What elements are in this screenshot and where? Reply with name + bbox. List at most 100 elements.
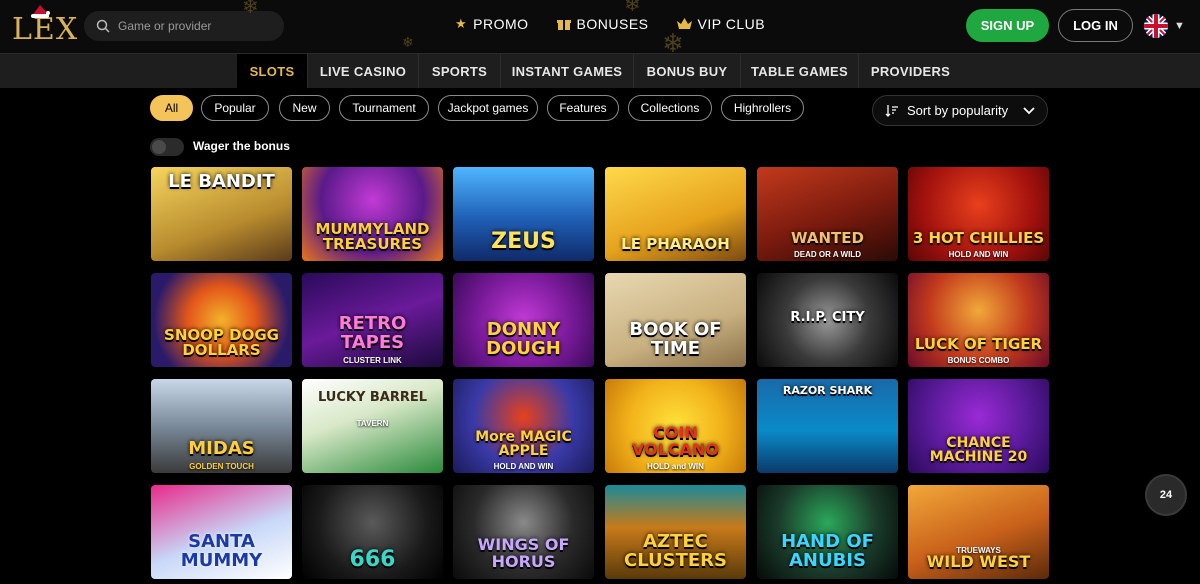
game-tile[interactable]: DONNY DOUGH — [453, 273, 594, 367]
game-tile[interactable]: LE PHARAOH — [605, 167, 746, 261]
game-tile[interactable]: WINGS OF HORUS — [453, 485, 594, 579]
nav-bonuses[interactable]: BONUSES — [556, 16, 649, 32]
game-subtitle: HOLD AND WIN — [948, 250, 1009, 259]
game-title: BOOK OF TIME — [629, 319, 722, 360]
game-tile[interactable]: SNOOP DOGG DOLLARS — [151, 273, 292, 367]
santa-hat-icon — [31, 5, 50, 18]
game-title: MUMMYLAND TREASURES — [315, 219, 430, 254]
game-title: MIDAS — [188, 438, 255, 460]
nav-promo[interactable]: ★ PROMO — [455, 16, 529, 32]
game-title: More MAGIC APPLE — [475, 428, 572, 460]
wager-toggle[interactable] — [150, 138, 184, 156]
search-icon — [96, 19, 110, 33]
game-title: WILD WEST — [926, 552, 1031, 572]
game-tile[interactable]: LE BANDIT — [151, 167, 292, 261]
game-tile[interactable]: 666 — [302, 485, 443, 579]
game-title: WANTED — [791, 229, 864, 248]
game-subtitle: GOLDEN TOUCH — [189, 462, 254, 471]
game-title: ZEUS — [491, 228, 556, 254]
filter-collections[interactable]: Collections — [628, 95, 712, 121]
tab-live-casino[interactable]: LIVE CASINO — [308, 54, 419, 88]
game-tile[interactable]: ZEUS — [453, 167, 594, 261]
tab-bonus-buy[interactable]: BONUS BUY — [634, 54, 741, 88]
game-tile[interactable]: More MAGIC APPLE HOLD AND WIN — [453, 379, 594, 473]
game-tile[interactable]: CHANCE MACHINE 20 — [908, 379, 1049, 473]
game-title: 666 — [349, 546, 396, 572]
game-title: 3 HOT CHILLIES — [912, 229, 1045, 248]
snowflake-icon: ❄ — [402, 34, 414, 50]
game-title: DONNY DOUGH — [486, 319, 561, 360]
filter-tournament[interactable]: Tournament — [339, 95, 429, 121]
sort-icon — [885, 104, 898, 117]
game-tile[interactable]: BOOK OF TIME — [605, 273, 746, 367]
language-selector[interactable]: ▼ — [1144, 14, 1185, 38]
star-icon: ★ — [455, 16, 468, 31]
game-tile[interactable]: R.I.P. CITY — [757, 273, 898, 367]
filter-highrollers[interactable]: Highrollers — [721, 95, 804, 121]
game-subtitle: HOLD and WIN — [647, 462, 704, 471]
nav-vip-label: VIP CLUB — [697, 16, 766, 32]
tab-slots[interactable]: SLOTS — [237, 54, 308, 88]
toggle-knob — [152, 140, 166, 154]
tab-providers[interactable]: PROVIDERS — [859, 54, 962, 88]
game-tile[interactable]: COIN VOLCANO HOLD and WIN — [605, 379, 746, 473]
game-title: COIN VOLCANO — [631, 423, 719, 460]
sort-dropdown[interactable]: Sort by popularity — [872, 95, 1048, 126]
game-tile[interactable]: LUCK OF TIGER BONUS COMBO — [908, 273, 1049, 367]
wager-label: Wager the bonus — [193, 139, 290, 153]
game-tile[interactable]: MIDAS GOLDEN TOUCH — [151, 379, 292, 473]
game-tile[interactable]: MUMMYLAND TREASURES — [302, 167, 443, 261]
category-bar: SLOTS LIVE CASINO SPORTS INSTANT GAMES B… — [0, 53, 1200, 88]
crown-icon — [676, 18, 692, 29]
game-tile[interactable]: RETRO TAPES CLUSTER LINK — [302, 273, 443, 367]
snowflake-icon: ❄ — [242, 0, 259, 18]
game-title: SANTA MUMMY — [180, 531, 263, 572]
game-subtitle: HOLD AND WIN — [493, 462, 554, 471]
support-chat-button[interactable]: 24 — [1145, 474, 1187, 516]
tab-instant-games[interactable]: INSTANT GAMES — [501, 54, 634, 88]
game-title: CHANCE MACHINE 20 — [929, 434, 1028, 466]
filter-features[interactable]: Features — [547, 95, 619, 121]
game-subtitle: CLUSTER LINK — [343, 356, 402, 365]
game-tile[interactable]: RAZOR SHARK — [757, 379, 898, 473]
chevron-down-icon — [1023, 106, 1035, 114]
filter-new[interactable]: New — [279, 95, 330, 121]
game-tile[interactable]: SANTA MUMMY — [151, 485, 292, 579]
tab-table-games[interactable]: TABLE GAMES — [741, 54, 859, 88]
filter-all[interactable]: All — [150, 95, 193, 121]
game-title: LUCKY BARREL — [317, 390, 428, 405]
game-subtitle: TAVERN — [356, 419, 389, 428]
signup-button[interactable]: SIGN UP — [966, 9, 1049, 42]
game-tile[interactable]: WILD WEST TRUEWAYS — [908, 485, 1049, 579]
logo[interactable]: LEX — [10, 5, 77, 47]
game-title: R.I.P. CITY — [790, 310, 865, 325]
game-tile[interactable]: 3 HOT CHILLIES HOLD AND WIN — [908, 167, 1049, 261]
game-tile[interactable]: LUCKY BARREL TAVERN — [302, 379, 443, 473]
top-nav: ★ PROMO BONUSES VIP CLUB — [455, 16, 765, 32]
game-tile[interactable]: HAND OF ANUBIS — [757, 485, 898, 579]
nav-vip-club[interactable]: VIP CLUB — [676, 16, 766, 32]
header: LEX ❄ ❄ ❄ ❄ ★ PROMO BONUSES — [0, 0, 1200, 58]
game-title: AZTEC CLUSTERS — [623, 531, 728, 572]
game-title: WINGS OF HORUS — [477, 535, 570, 572]
game-subtitle: TRUEWAYS — [956, 546, 1001, 555]
game-title: RETRO TAPES — [338, 313, 407, 354]
nav-bonuses-label: BONUSES — [576, 16, 649, 32]
game-subtitle: DEAD OR A WILD — [794, 250, 861, 259]
nav-promo-label: PROMO — [473, 16, 529, 32]
game-title: RAZOR SHARK — [782, 384, 873, 397]
tab-sports[interactable]: SPORTS — [419, 54, 501, 88]
filter-jackpot-games[interactable]: Jackpot games — [438, 95, 538, 121]
game-subtitle: BONUS COMBO — [947, 356, 1010, 365]
filter-popular[interactable]: Popular — [201, 95, 269, 121]
game-title: LE PHARAOH — [621, 235, 730, 254]
search-input[interactable] — [118, 19, 278, 33]
game-tile[interactable]: AZTEC CLUSTERS — [605, 485, 746, 579]
sort-label: Sort by popularity — [907, 103, 1009, 118]
game-tile[interactable]: WANTED DEAD OR A WILD — [757, 167, 898, 261]
game-title: LUCK OF TIGER — [914, 335, 1043, 354]
login-button[interactable]: LOG IN — [1058, 9, 1133, 42]
game-title: LE BANDIT — [168, 171, 275, 192]
uk-flag-icon — [1144, 14, 1168, 38]
game-title: HAND OF ANUBIS — [781, 531, 874, 572]
